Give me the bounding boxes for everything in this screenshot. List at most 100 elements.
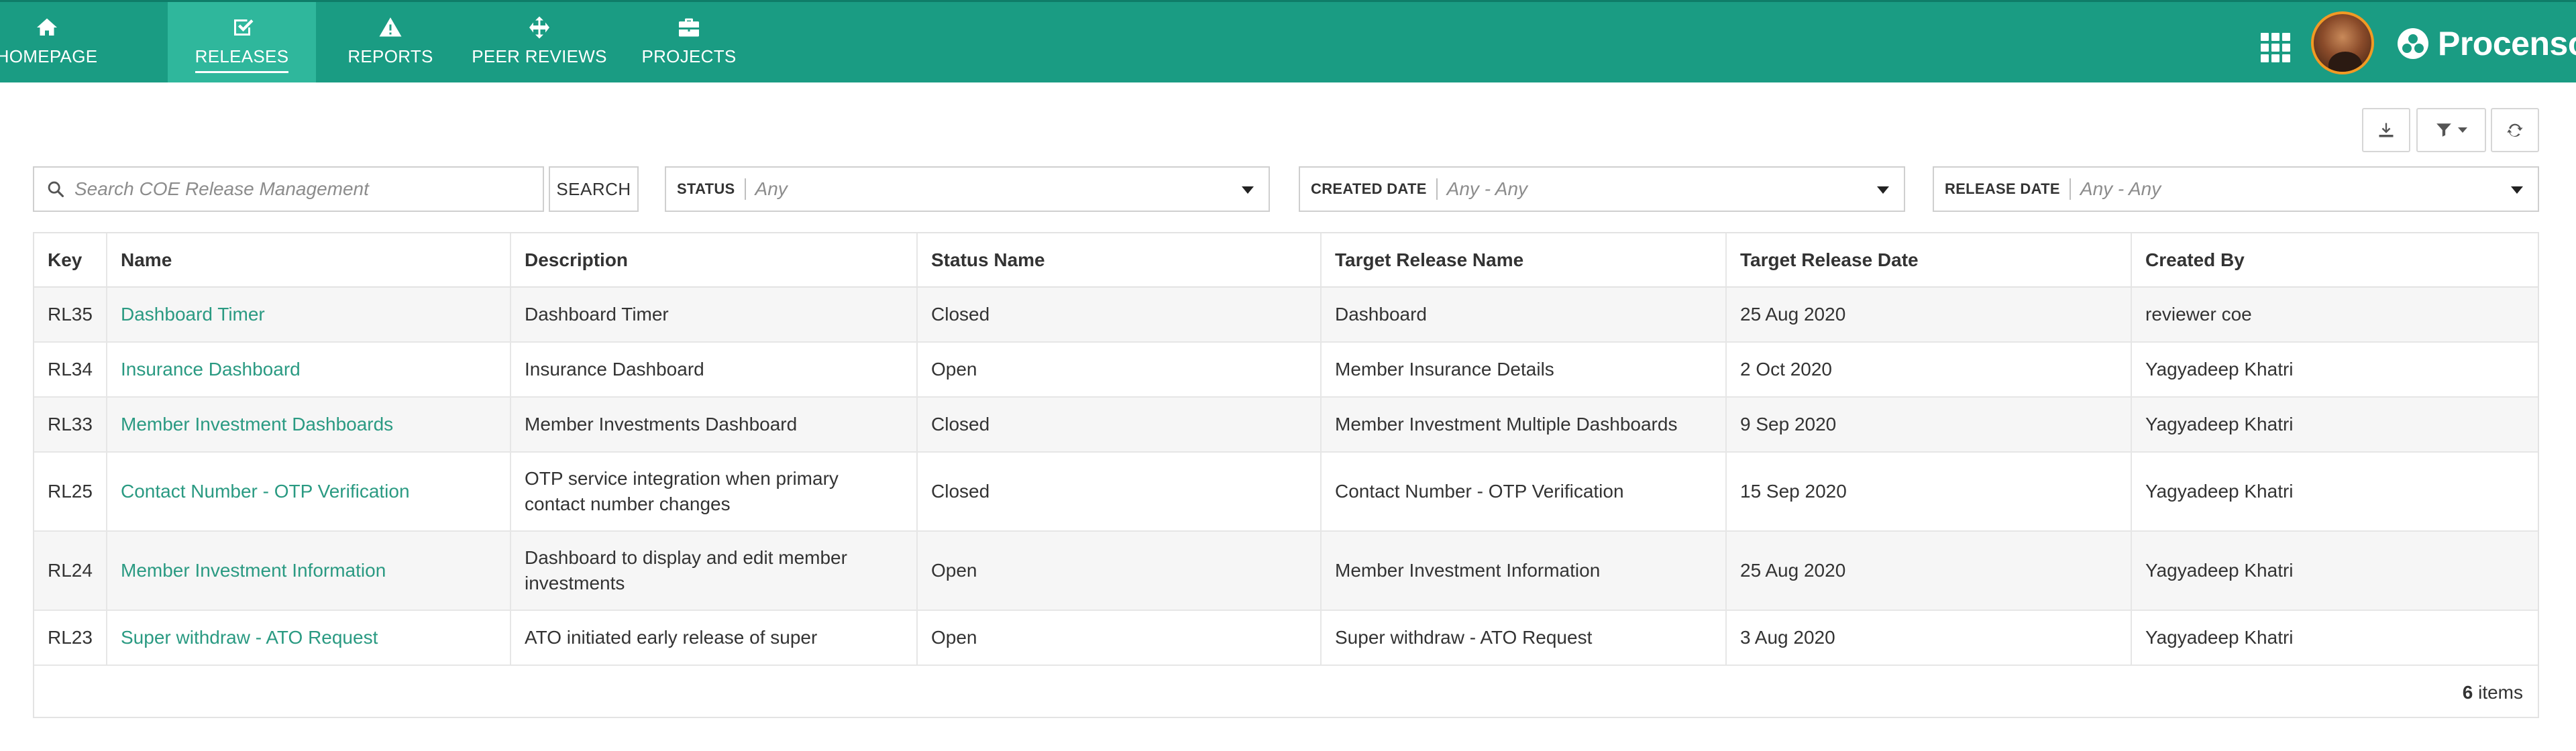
search-button[interactable]: SEARCH [549,166,639,212]
table-row[interactable]: RL23 Super withdraw - ATO Request ATO in… [34,610,2538,666]
nav-label: HOMEPAGE [0,46,98,66]
table-row[interactable]: RL34 Insurance Dashboard Insurance Dashb… [34,342,2538,398]
cell-target-release-name: Member Investment Information [1321,531,1727,611]
cell-created-by: Yagyadeep Khatri [2131,397,2538,453]
filter-dropdown-button[interactable] [2416,108,2486,152]
nav-label: RELEASES [195,46,289,73]
filter-divider [1436,178,1438,200]
filter-value: Any [755,178,788,199]
nav-item-peer-reviews[interactable]: PEER REVIEWS [466,2,613,82]
cell-description: Dashboard to display and edit member inv… [511,531,918,611]
cell-status: Closed [917,397,1322,453]
release-name-link[interactable]: Member Investment Dashboards [107,397,511,453]
filter-label: RELEASE DATE [1945,180,2060,197]
refresh-icon [2507,123,2523,137]
release-name-link[interactable]: Dashboard Timer [107,287,511,343]
chevron-down-icon [1877,186,1889,194]
cell-key: RL24 [34,531,107,611]
item-count: 6 items [2463,682,2523,703]
cell-target-release-date: 15 Sep 2020 [1726,452,2132,532]
cell-status: Open [917,531,1322,611]
release-name-link[interactable]: Contact Number - OTP Verification [107,452,511,532]
table-row[interactable]: RL35 Dashboard Timer Dashboard Timer Clo… [34,287,2538,343]
cell-status: Open [917,610,1322,666]
column-header-created-by[interactable]: Created By [2131,233,2538,288]
refresh-button[interactable] [2491,108,2539,152]
cell-target-release-date: 9 Sep 2020 [1726,397,2132,453]
filter-divider [744,178,746,200]
cell-target-release-name: Dashboard [1321,287,1727,343]
filter-divider [2069,178,2071,200]
cell-description: OTP service integration when primary con… [511,452,918,532]
release-name-link[interactable]: Member Investment Information [107,531,511,611]
status-filter[interactable]: STATUS Any [665,166,1270,212]
releases-table-body: Key Name Description Status Name Target … [34,233,2538,666]
cell-description: Dashboard Timer [511,287,918,343]
nav-item-reports[interactable]: REPORTS [333,2,447,82]
releases-table: Key Name Description Status Name Target … [33,232,2539,718]
cell-target-release-name: Member Insurance Details [1321,342,1727,398]
cell-status: Closed [917,287,1322,343]
cell-key: RL23 [34,610,107,666]
main-nav: HOMEPAGE RELEASES REPORTS PEER REVIEWS P… [0,2,736,82]
cell-description: Member Investments Dashboard [511,397,918,453]
table-header-row: Key Name Description Status Name Target … [34,233,2538,288]
table-row[interactable]: RL25 Contact Number - OTP Verification O… [34,452,2538,532]
release-name-link[interactable]: Insurance Dashboard [107,342,511,398]
filter-label: STATUS [677,180,735,197]
column-header-target-release-date[interactable]: Target Release Date [1726,233,2132,288]
column-header-description[interactable]: Description [511,233,918,288]
brand-name: Procensol [2438,25,2576,62]
cell-key: RL33 [34,397,107,453]
column-header-target-release-name[interactable]: Target Release Name [1321,233,1727,288]
cell-target-release-name: Contact Number - OTP Verification [1321,452,1727,532]
brand-logo: Procensol [2396,25,2576,62]
cell-created-by: Yagyadeep Khatri [2131,342,2538,398]
cell-created-by: Yagyadeep Khatri [2131,452,2538,532]
cell-created-by: Yagyadeep Khatri [2131,531,2538,611]
column-header-status-name[interactable]: Status Name [917,233,1322,288]
item-count-label: items [2478,682,2523,703]
cell-target-release-date: 3 Aug 2020 [1726,610,2132,666]
release-date-filter[interactable]: RELEASE DATE Any - Any [1933,166,2539,212]
nav-item-releases[interactable]: RELEASES [168,2,316,82]
cell-target-release-date: 25 Aug 2020 [1726,287,2132,343]
chevron-down-icon [1242,186,1254,194]
nav-label: PROJECTS [641,46,737,66]
search-icon [48,181,64,198]
apps-grid-icon[interactable] [2261,33,2290,62]
cell-key: RL35 [34,287,107,343]
briefcase-icon [676,14,702,41]
column-header-name[interactable]: Name [107,233,511,288]
top-navigation-bar: HOMEPAGE RELEASES REPORTS PEER REVIEWS P… [0,0,2576,82]
created-date-filter[interactable]: CREATED DATE Any - Any [1299,166,1905,212]
home-icon [34,14,60,41]
cell-target-release-date: 2 Oct 2020 [1726,342,2132,398]
cell-created-by: reviewer coe [2131,287,2538,343]
filter-label: CREATED DATE [1311,180,1427,197]
cell-target-release-date: 25 Aug 2020 [1726,531,2132,611]
download-button[interactable] [2362,108,2410,152]
user-avatar[interactable] [2311,11,2374,74]
nav-item-homepage[interactable]: HOMEPAGE [0,2,98,82]
release-name-link[interactable]: Super withdraw - ATO Request [107,610,511,666]
column-header-key[interactable]: Key [34,233,107,288]
search-input[interactable] [74,178,531,200]
nav-item-projects[interactable]: PROJECTS [635,2,743,82]
cell-description: ATO initiated early release of super [511,610,918,666]
table-row[interactable]: RL33 Member Investment Dashboards Member… [34,397,2538,453]
cell-status: Closed [917,452,1322,532]
cell-description: Insurance Dashboard [511,342,918,398]
move-arrows-icon [526,14,553,41]
chevron-down-icon [2511,186,2523,194]
download-icon [2379,123,2394,137]
table-row[interactable]: RL24 Member Investment Information Dashb… [34,531,2538,611]
nav-label: PEER REVIEWS [472,46,607,66]
cell-created-by: Yagyadeep Khatri [2131,610,2538,666]
filter-value: Any - Any [1446,178,1528,199]
cell-target-release-name: Member Investment Multiple Dashboards [1321,397,1727,453]
filter-icon [2436,123,2451,137]
cell-target-release-name: Super withdraw - ATO Request [1321,610,1727,666]
cell-key: RL25 [34,452,107,532]
filter-value: Any - Any [2080,178,2161,199]
